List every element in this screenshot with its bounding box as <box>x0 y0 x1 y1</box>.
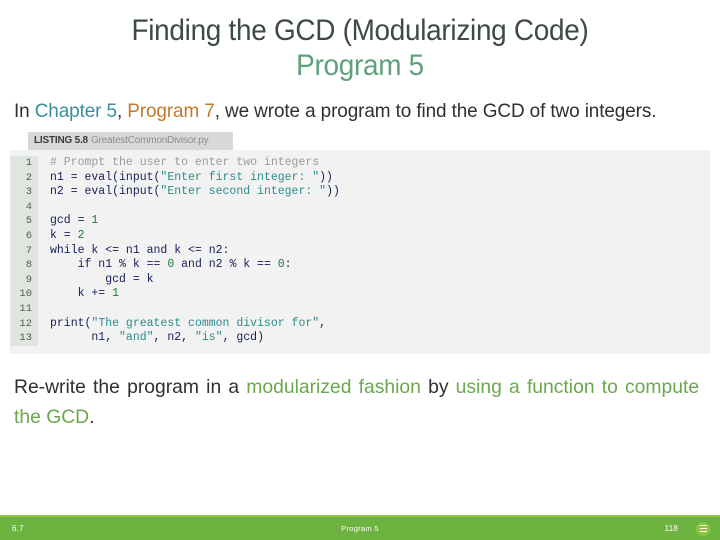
code-line-numbers: 1 2 3 4 5 6 7 8 9 10 11 12 13 <box>10 156 38 346</box>
menu-circle-icon[interactable] <box>696 521 710 536</box>
code-line-number: 12 <box>19 317 32 330</box>
listing-caption: LISTING 5.8 GreatestCommonDivisor.py <box>28 132 233 150</box>
code-token-num: 1 <box>112 287 120 301</box>
code-token-num: 2 <box>77 228 85 242</box>
code-line: k += 1 <box>50 287 710 302</box>
code-line: n2 = eval(input("Enter second integer: "… <box>50 185 710 200</box>
code-token-plain: n2 = eval(input( <box>50 185 161 199</box>
code-line: n1, "and", n2, "is", gcd) <box>50 331 710 346</box>
program-reference: Program 7 <box>127 100 215 122</box>
page-title: Finding the GCD (Modularizing Code) Prog… <box>0 0 720 84</box>
code-token-plain: n1, <box>50 331 120 345</box>
code-line-number: 4 <box>25 200 32 213</box>
closing-text-part2: by <box>420 375 456 398</box>
code-token-plain: print( <box>50 316 92 330</box>
intro-text-part1: In <box>14 100 35 122</box>
code-line: k = 2 <box>50 229 710 244</box>
code-token-plain: , <box>319 316 327 330</box>
code-line-number: 3 <box>25 186 32 199</box>
listing-filename: GreatestCommonDivisor.py <box>90 135 209 146</box>
code-token-comment: # Prompt the user to enter two integers <box>50 156 320 169</box>
code-token-string: "Enter second integer: " <box>160 185 327 199</box>
code-line-number: 9 <box>25 273 32 286</box>
code-token-plain: k = <box>50 228 78 242</box>
code-line-number: 5 <box>25 215 32 228</box>
code-token-plain: )) <box>326 185 340 199</box>
code-line: print("The greatest common divisor for", <box>50 317 710 332</box>
code-token-num: 0 <box>277 258 285 272</box>
code-line: gcd = k <box>50 273 710 288</box>
code-token-num: 1 <box>91 214 99 228</box>
code-token-string: "is" <box>194 331 223 345</box>
footer-page-number: 118 <box>664 524 678 533</box>
code-token-plain: n1 = eval(input( <box>50 170 161 184</box>
code-token-plain: : <box>284 258 292 272</box>
intro-text-part2: , <box>116 100 128 122</box>
code-token-plain: while k <= n1 and k <= n2: <box>50 243 230 257</box>
slide-root: Finding the GCD (Modularizing Code) Prog… <box>0 0 720 540</box>
listing-label: LISTING 5.8 <box>34 135 88 146</box>
code-token-plain: )) <box>319 170 333 184</box>
closing-text-part1: Re-write the program in a <box>14 375 247 398</box>
code-token-plain: k += <box>50 287 113 301</box>
closing-highlight-1: modularized fashion <box>246 375 421 398</box>
closing-paragraph: Re-write the program in a modularized fa… <box>14 372 699 432</box>
code-token-string: "The greatest common divisor for" <box>91 316 320 330</box>
code-token-plain: gcd = k <box>50 272 154 286</box>
code-line-number: 7 <box>25 244 32 257</box>
code-line-number: 2 <box>25 171 32 184</box>
title-line-primary: Finding the GCD (Modularizing Code) <box>131 14 589 47</box>
code-line-number: 6 <box>25 229 32 242</box>
closing-text-part3: . <box>89 405 95 428</box>
code-token-string: "and" <box>119 331 154 345</box>
code-line-number: 11 <box>19 302 32 315</box>
code-line-number: 8 <box>25 259 32 272</box>
intro-text-part3: , we wrote a program to find the GCD of … <box>214 100 657 122</box>
chapter-reference: Chapter 5 <box>34 100 117 122</box>
code-line-number: 10 <box>19 288 32 301</box>
code-token-plain: gcd = <box>50 214 92 228</box>
code-line-number: 13 <box>19 332 32 345</box>
code-content: # Prompt the user to enter two integers n… <box>38 156 710 346</box>
code-token-string: "Enter first integer: " <box>160 170 320 184</box>
intro-paragraph: In Chapter 5, Program 7, we wrote a prog… <box>14 98 685 124</box>
code-line-number: 1 <box>25 157 32 169</box>
title-line-secondary: Program 5 <box>296 49 424 82</box>
code-line: n1 = eval(input("Enter first integer: ")… <box>50 171 710 186</box>
slide-footer: 6.7 Program 5 118 <box>0 515 720 540</box>
footer-title: Program 5 <box>341 524 379 533</box>
code-token-plain: , gcd) <box>222 331 264 345</box>
code-token-plain: if n1 % k == <box>50 258 168 272</box>
code-listing-block: 1 2 3 4 5 6 7 8 9 10 11 12 13 # Prompt the user to e… <box>10 150 710 354</box>
code-token-plain: , n2, <box>153 331 195 345</box>
code-token-plain: and n2 % k == <box>174 258 278 272</box>
code-line: if n1 % k == 0 and n2 % k == 0: <box>50 258 710 273</box>
code-line: while k <= n1 and k <= n2: <box>50 244 710 259</box>
code-line: # Prompt the user to enter two integers <box>50 156 710 171</box>
code-line: gcd = 1 <box>50 214 710 229</box>
